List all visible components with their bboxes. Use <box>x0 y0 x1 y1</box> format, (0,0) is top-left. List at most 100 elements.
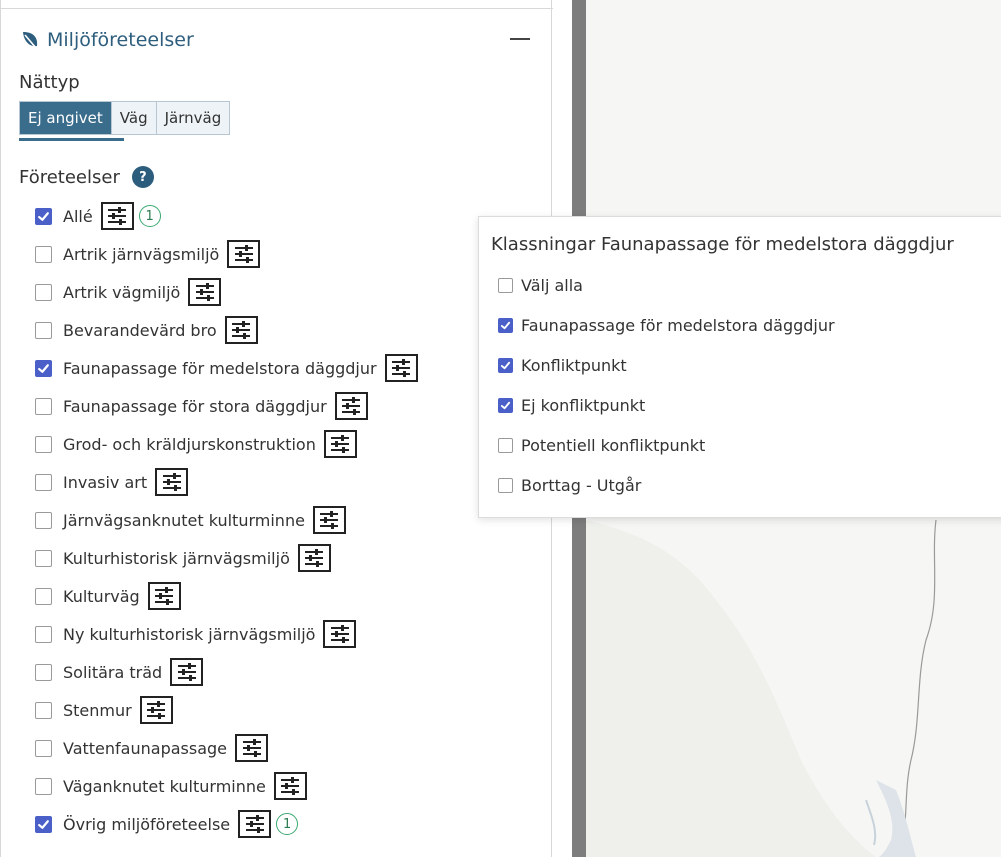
checkbox[interactable] <box>498 277 513 293</box>
count-badge: 1 <box>276 813 299 835</box>
nettyp-label: Nättyp <box>19 72 80 93</box>
panel-header: Miljöföreteelser <box>19 24 534 56</box>
popup-list: Välj alla Faunapassage för medelstora däg… <box>498 265 835 505</box>
foreteelser-label: Företeelser <box>19 166 120 188</box>
foreteelse-item-jarnvagsanknutet-kulturminne[interactable]: Järnvägsanknutet kulturminne <box>35 501 418 539</box>
popup-item-label: Potentiell konfliktpunkt <box>521 435 706 455</box>
foreteelse-item-solitara-trad[interactable]: Solitära träd <box>35 653 418 691</box>
question-icon[interactable]: ? <box>131 166 154 188</box>
checkbox[interactable] <box>35 435 52 453</box>
sliders-icon[interactable] <box>312 506 346 534</box>
panel-top-border <box>1 8 553 9</box>
sliders-icon[interactable] <box>100 202 134 230</box>
checkbox[interactable] <box>498 317 513 333</box>
popup-item-label: Ej konfliktpunkt <box>521 395 646 415</box>
item-label: Stenmur <box>63 700 132 720</box>
foreteelse-item-artrik-jarnvagsmiljo[interactable]: Artrik järnvägsmiljö <box>35 235 418 273</box>
foreteelse-item-faunapassage-for-medelstora-daggdjur[interactable]: Faunapassage för medelstora däggdjur <box>35 349 418 387</box>
checkbox[interactable] <box>498 477 513 493</box>
foreteelse-item-kulturvag[interactable]: Kulturväg <box>35 577 418 615</box>
item-label: Invasiv art <box>63 472 148 492</box>
checkbox[interactable] <box>35 283 52 301</box>
item-label: Artrik järnvägsmiljö <box>63 244 220 264</box>
panel-title: Miljöföreteelser <box>47 29 194 51</box>
sliders-icon[interactable] <box>224 316 258 344</box>
checkbox[interactable] <box>35 473 52 491</box>
foreteelse-item-ovrig-miljoforeteelse[interactable]: Övrig miljöföreteelse 1 <box>35 805 418 843</box>
checkbox[interactable] <box>35 397 52 415</box>
popup-item-label: Faunapassage för medelstora däggdjur <box>521 315 835 335</box>
foreteelse-item-alle[interactable]: Allé 1 <box>35 197 418 235</box>
foreteelse-item-ny-kulturhistorisk-jarnvagsmiljo[interactable]: Ny kulturhistorisk järnvägsmiljö <box>35 615 418 653</box>
item-label: Faunapassage för stora däggdjur <box>63 396 327 416</box>
sliders-icon[interactable] <box>238 810 272 838</box>
checkbox[interactable] <box>35 587 52 605</box>
sliders-icon[interactable] <box>188 278 222 306</box>
popup-item-konfliktpunkt[interactable]: Konfliktpunkt <box>498 345 835 385</box>
checkbox[interactable] <box>35 245 52 263</box>
foreteelser-heading: Företeelser ? <box>19 166 154 188</box>
sliders-icon[interactable] <box>235 734 268 762</box>
popup-item-label: Välj alla <box>521 275 583 295</box>
foreteelse-item-artrik-vagmiljo[interactable]: Artrik vägmiljö <box>35 273 418 311</box>
checkbox[interactable] <box>35 701 52 719</box>
sliders-icon[interactable] <box>170 658 204 686</box>
sliders-icon[interactable] <box>227 240 261 268</box>
foreteelse-item-faunapassage-for-stora-daggdjur[interactable]: Faunapassage för stora däggdjur <box>35 387 418 425</box>
checkbox[interactable] <box>498 357 513 373</box>
checkbox[interactable] <box>35 777 52 795</box>
foreteelse-item-invasiv-art[interactable]: Invasiv art <box>35 463 418 501</box>
sliders-icon[interactable] <box>147 582 181 610</box>
popup-item-potentiell-konfliktpunkt[interactable]: Potentiell konfliktpunkt <box>498 425 835 465</box>
checkbox[interactable] <box>35 663 52 681</box>
nettyp-option-jarnvag[interactable]: Järnväg <box>156 102 230 134</box>
checkbox[interactable] <box>35 549 52 567</box>
environment-panel: Miljöföreteelser Nättyp Ej angivet Väg J… <box>0 0 553 857</box>
item-label: Ny kulturhistorisk järnvägsmiljö <box>63 624 316 644</box>
sliders-icon[interactable] <box>155 468 189 496</box>
foreteelse-item-bevarandevard-bro[interactable]: Bevarandevärd bro <box>35 311 418 349</box>
popup-item-valj-alla[interactable]: Välj alla <box>498 265 835 305</box>
item-label: Vattenfaunapassage <box>63 738 227 758</box>
collapse-button[interactable] <box>510 38 530 40</box>
sliders-icon[interactable] <box>323 430 357 458</box>
nettyp-active-indicator <box>19 138 124 141</box>
checkbox[interactable] <box>35 511 52 529</box>
foreteelse-item-grod-och-kraldjurskonstruktion[interactable]: Grod- och kräldjurskonstruktion <box>35 425 418 463</box>
nettyp-segmented-control: Ej angivet Väg Järnväg <box>19 101 231 135</box>
checkbox[interactable] <box>35 625 52 643</box>
popup-item-ej-konfliktpunkt[interactable]: Ej konfliktpunkt <box>498 385 835 425</box>
checkbox[interactable] <box>35 359 52 377</box>
checkbox[interactable] <box>35 207 52 225</box>
count-badge: 1 <box>138 205 161 227</box>
checkbox[interactable] <box>35 321 52 339</box>
classification-popup: Klassningar Faunapassage för medelstora … <box>478 216 1001 518</box>
foreteelse-item-vaganknutet-kulturminne[interactable]: Väganknutet kulturminne <box>35 767 418 805</box>
item-label: Solitära träd <box>63 662 163 682</box>
sliders-icon[interactable] <box>384 354 418 382</box>
nettyp-option-vag[interactable]: Väg <box>111 102 157 134</box>
popup-item-borttag-utgar[interactable]: Borttag - Utgår <box>498 465 835 505</box>
sliders-icon[interactable] <box>334 392 368 420</box>
sliders-icon[interactable] <box>323 620 357 648</box>
item-label: Väganknutet kulturminne <box>63 776 266 796</box>
foreteelser-list: Allé 1 Artrik järnvägsmiljö Artrik vägmiljö… <box>35 197 418 843</box>
popup-item-faunapassage-for-medelstora-daggdjur[interactable]: Faunapassage för medelstora däggdjur <box>498 305 835 345</box>
checkbox[interactable] <box>498 397 513 413</box>
popup-title: Klassningar Faunapassage för medelstora … <box>491 234 954 255</box>
foreteelse-item-kulturhistorisk-jarnvagsmiljo[interactable]: Kulturhistorisk järnvägsmiljö <box>35 539 418 577</box>
checkbox[interactable] <box>498 437 513 453</box>
foreteelse-item-vattenfaunapassage[interactable]: Vattenfaunapassage <box>35 729 418 767</box>
checkbox[interactable] <box>35 739 52 757</box>
popup-item-label: Borttag - Utgår <box>521 475 642 495</box>
nettyp-option-ej-angivet[interactable]: Ej angivet <box>20 102 112 134</box>
sliders-icon[interactable] <box>273 772 307 800</box>
sliders-icon[interactable] <box>139 696 173 724</box>
item-label: Kulturhistorisk järnvägsmiljö <box>63 548 290 568</box>
item-label: Artrik vägmiljö <box>63 282 181 302</box>
sliders-icon[interactable] <box>297 544 331 572</box>
foreteelse-item-stenmur[interactable]: Stenmur <box>35 691 418 729</box>
item-label: Järnvägsanknutet kulturminne <box>63 510 305 530</box>
leaf-icon <box>19 29 41 51</box>
checkbox[interactable] <box>35 815 52 833</box>
